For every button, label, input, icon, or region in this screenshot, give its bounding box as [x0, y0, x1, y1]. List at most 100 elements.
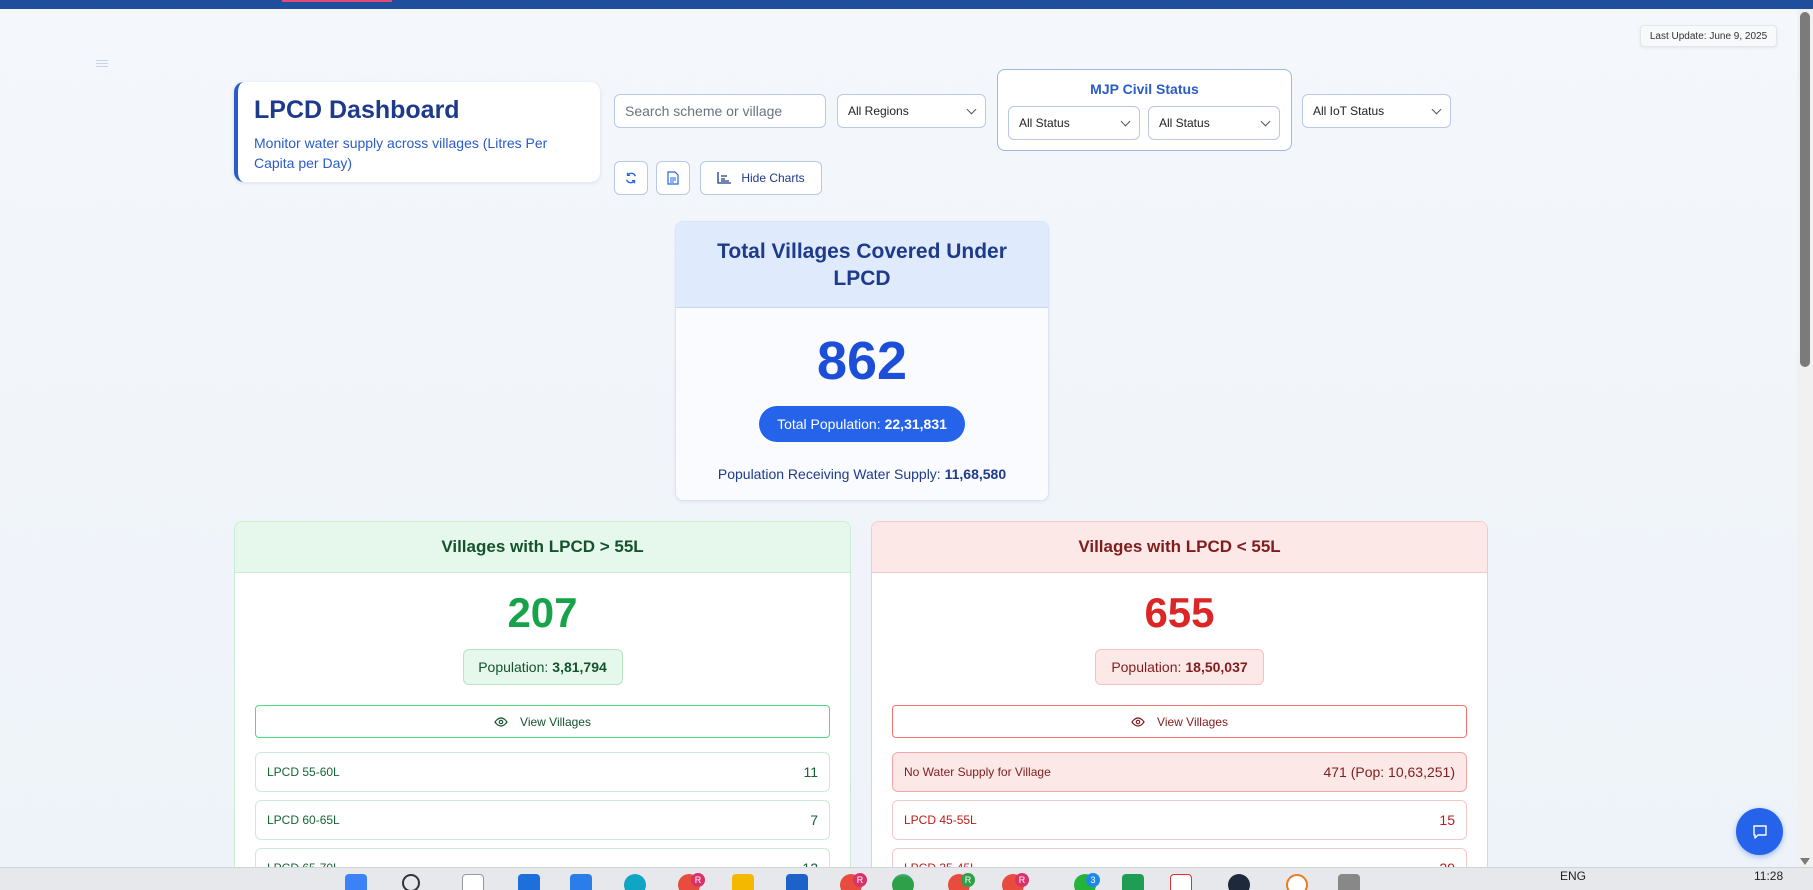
search-icon[interactable]	[402, 874, 420, 890]
water-supply-population: Population Receiving Water Supply: 11,68…	[676, 466, 1048, 482]
edge-icon[interactable]	[624, 874, 646, 890]
hide-charts-button[interactable]: Hide Charts	[700, 161, 822, 195]
iot-status-select-value: All IoT Status	[1313, 104, 1385, 118]
iot-status-select[interactable]: All IoT Status	[1302, 94, 1451, 128]
chat-icon	[1752, 824, 1767, 839]
region-select[interactable]: All Regions	[837, 94, 986, 128]
document-icon	[667, 171, 679, 185]
vscode-icon[interactable]	[518, 874, 540, 890]
search-input[interactable]	[614, 94, 826, 128]
eye-icon	[1131, 716, 1145, 727]
profile-badge: R	[1015, 873, 1029, 887]
water-supply-label: Population Receiving Water Supply:	[717, 466, 941, 482]
range-count: 471 (Pop: 10,63,251)	[1323, 764, 1455, 780]
export-report-button[interactable]	[656, 161, 690, 195]
mjp-status-select-2[interactable]: All Status	[1148, 106, 1280, 140]
total-villages-card: Total Villages Covered Under LPCD 862 To…	[675, 221, 1049, 501]
view-villages-button[interactable]: View Villages	[255, 705, 830, 738]
refresh-button[interactable]	[614, 161, 648, 195]
above-55-card: Villages with LPCD > 55L 207 Population:…	[234, 521, 851, 890]
task-view-icon[interactable]	[462, 874, 484, 890]
above-55-count: 207	[507, 589, 578, 636]
range-label: LPCD 60-65L	[267, 813, 340, 827]
range-label: No Water Supply for Village	[904, 765, 1051, 779]
chevron-down-icon	[966, 104, 977, 114]
range-count: 7	[810, 812, 818, 828]
menu-icon[interactable]	[96, 60, 108, 68]
refresh-icon	[626, 172, 636, 184]
chrome-profile-icon[interactable]: R	[678, 873, 705, 890]
app-icon[interactable]	[1338, 874, 1360, 890]
last-update-badge: Last Update: June 9, 2025	[1640, 25, 1777, 47]
list-item[interactable]: LPCD 55-60L 11	[255, 752, 830, 792]
below-55-title: Villages with LPCD < 55L	[872, 522, 1487, 573]
whatsapp-icon[interactable]: 3	[1074, 873, 1100, 890]
region-select-value: All Regions	[848, 104, 909, 118]
mjp-civil-status-title: MJP Civil Status	[1090, 81, 1199, 97]
mjp-status-select-1[interactable]: All Status	[1008, 106, 1140, 140]
below-55-population-label: Population:	[1111, 659, 1182, 675]
excel-icon[interactable]	[1122, 874, 1144, 890]
range-count: 11	[803, 764, 818, 780]
list-item[interactable]: LPCD 60-65L 7	[255, 800, 830, 840]
chevron-down-icon	[1260, 116, 1271, 126]
app-icon[interactable]	[1286, 874, 1308, 890]
chrome-profile-icon[interactable]: R	[948, 873, 975, 890]
total-population-value: 22,31,831	[884, 416, 947, 432]
browser-top-bar	[0, 0, 1813, 9]
below-55-count: 655	[1144, 589, 1215, 636]
water-supply-value: 11,68,580	[944, 466, 1007, 482]
app-icon[interactable]	[570, 874, 592, 890]
notification-badge: 3	[1086, 873, 1100, 887]
app-icon[interactable]	[1228, 874, 1250, 890]
calendar-icon[interactable]	[1170, 874, 1192, 890]
title-card: LPCD Dashboard Monitor water supply acro…	[234, 82, 600, 182]
windows-start-icon[interactable]	[345, 874, 367, 890]
file-explorer-icon[interactable]	[732, 874, 754, 890]
mjp-status-select-2-value: All Status	[1159, 116, 1210, 130]
profile-badge: R	[961, 873, 975, 887]
total-villages-title: Total Villages Covered Under LPCD	[676, 222, 1048, 308]
active-app-icon[interactable]	[892, 874, 914, 890]
range-label: LPCD 55-60L	[267, 765, 340, 779]
total-population-pill: Total Population: 22,31,831	[759, 406, 965, 442]
page-subtitle: Monitor water supply across villages (Li…	[254, 135, 548, 171]
below-55-card: Villages with LPCD < 55L 655 Population:…	[871, 521, 1488, 890]
below-55-population-value: 18,50,037	[1185, 659, 1248, 675]
range-count: 15	[1439, 812, 1455, 828]
list-item[interactable]: No Water Supply for Village 471 (Pop: 10…	[892, 752, 1467, 792]
chat-button[interactable]	[1736, 808, 1783, 855]
active-tab-indicator	[282, 0, 392, 2]
clock[interactable]: 11:28	[1754, 869, 1783, 883]
outlook-icon[interactable]	[786, 874, 808, 890]
chevron-down-icon	[1431, 104, 1442, 114]
view-villages-button[interactable]: View Villages	[892, 705, 1467, 738]
total-villages-count: 862	[816, 331, 908, 391]
hide-charts-label: Hide Charts	[741, 171, 805, 185]
chevron-down-icon	[1120, 116, 1131, 126]
taskbar: R R R R 3 ENG 11:28	[0, 867, 1813, 890]
above-55-population-label: Population:	[478, 659, 549, 675]
list-item[interactable]: LPCD 45-55L 15	[892, 800, 1467, 840]
view-villages-label: View Villages	[520, 714, 591, 729]
language-indicator[interactable]: ENG	[1560, 869, 1586, 883]
eye-icon	[494, 716, 508, 727]
profile-badge: R	[691, 873, 705, 887]
range-label: LPCD 45-55L	[904, 813, 977, 827]
chrome-profile-icon[interactable]: R	[840, 873, 867, 890]
scrollbar[interactable]	[1797, 9, 1813, 867]
profile-badge: R	[853, 873, 867, 887]
total-population-label: Total Population:	[777, 416, 881, 432]
above-55-population-value: 3,81,794	[552, 659, 607, 675]
page-title: LPCD Dashboard	[254, 96, 460, 124]
view-villages-label: View Villages	[1157, 714, 1228, 729]
mjp-status-select-1-value: All Status	[1019, 116, 1070, 130]
above-55-population: Population: 3,81,794	[462, 649, 623, 685]
chrome-profile-icon[interactable]: R	[1002, 873, 1029, 890]
mjp-civil-status-group: MJP Civil Status All Status All Status	[997, 69, 1292, 151]
scroll-down-arrow-icon[interactable]	[1800, 858, 1810, 865]
bar-chart-icon	[717, 172, 732, 184]
below-55-population: Population: 18,50,037	[1095, 649, 1264, 685]
above-55-title: Villages with LPCD > 55L	[235, 522, 850, 573]
scrollbar-thumb[interactable]	[1800, 12, 1810, 367]
